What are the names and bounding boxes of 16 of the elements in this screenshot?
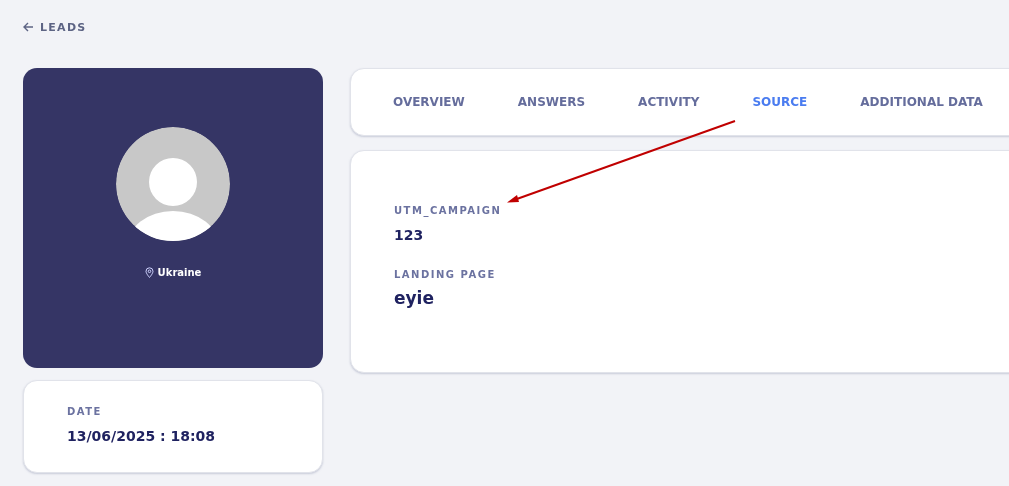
- arrow-left-icon: [23, 22, 34, 32]
- tab[interactable]: ADDITIONAL DATA: [860, 95, 983, 109]
- field-label: LANDING PAGE: [394, 269, 497, 280]
- location-text: Ukraine: [157, 267, 202, 278]
- field-label: UTM_CAMPAIGN: [394, 205, 503, 216]
- avatar-icon: [116, 127, 230, 241]
- date-value: 13/06/2025 : 18:08: [67, 428, 217, 444]
- tab[interactable]: ACTIVITY: [638, 95, 700, 109]
- date-label: DATE: [67, 406, 103, 417]
- tab[interactable]: OVERVIEW: [393, 95, 465, 109]
- back-link[interactable]: LEADS: [23, 19, 87, 35]
- location-pin-icon: [144, 267, 154, 278]
- field-value: eyie: [394, 288, 435, 308]
- field-value: 123: [394, 227, 425, 243]
- tab[interactable]: ANSWERS: [517, 95, 586, 109]
- tab[interactable]: SOURCE: [752, 95, 808, 109]
